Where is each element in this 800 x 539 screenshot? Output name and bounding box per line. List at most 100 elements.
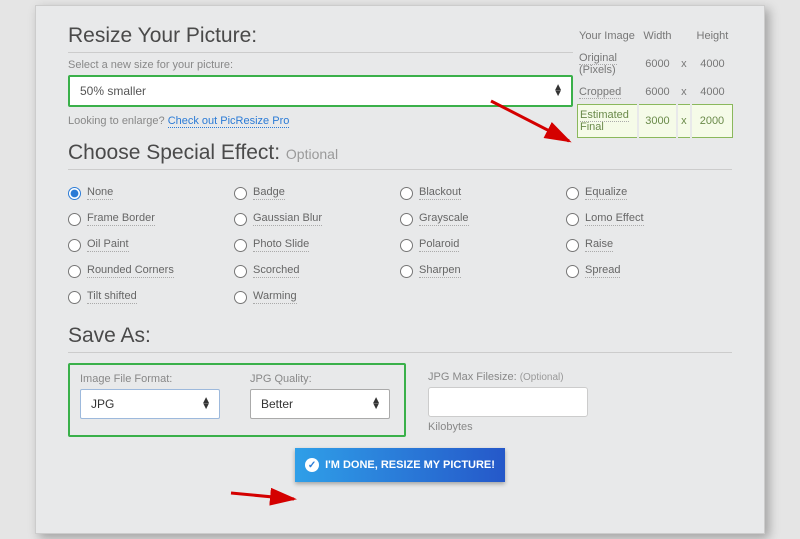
format-select[interactable]: JPG ▲▼: [80, 389, 220, 419]
effects-section: Choose Special Effect: Optional None Badg…: [68, 141, 732, 310]
effect-label: Badge: [253, 186, 285, 200]
effect-label: Scorched: [253, 264, 299, 278]
resize-form: Resize Your Picture: Select a new size f…: [35, 5, 765, 534]
effect-polaroid[interactable]: Polaroid: [400, 232, 566, 258]
effect-none[interactable]: None: [68, 180, 234, 206]
effect-radio[interactable]: [234, 265, 247, 278]
dim-head-width: Width: [639, 26, 676, 46]
effect-radio[interactable]: [566, 187, 579, 200]
effect-label: Warming: [253, 290, 297, 304]
effect-oil-paint[interactable]: Oil Paint: [68, 232, 234, 258]
dim-row-cropped: Cropped 6000 x 4000: [577, 82, 733, 102]
dim-sub: Final: [580, 121, 604, 133]
effect-raise[interactable]: Raise: [566, 232, 732, 258]
picresize-pro-link[interactable]: Check out PicResize Pro: [168, 115, 290, 128]
effect-radio[interactable]: [234, 239, 247, 252]
effect-rounded-corners[interactable]: Rounded Corners: [68, 258, 234, 284]
size-select[interactable]: 50% smaller ▲▼: [68, 75, 573, 107]
dim-h: 2000: [692, 104, 733, 138]
dim-head-image: Your Image: [577, 26, 637, 46]
dim-row-original: Original(Pixels) 6000 x 4000: [577, 48, 733, 80]
effect-label: None: [87, 186, 113, 200]
resize-done-button[interactable]: ✓ I'M DONE, RESIZE MY PICTURE!: [295, 448, 505, 482]
effect-label: Raise: [585, 238, 613, 252]
effect-radio[interactable]: [400, 265, 413, 278]
effect-radio[interactable]: [68, 239, 81, 252]
effect-label: Tilt shifted: [87, 290, 137, 304]
done-row: ✓ I'M DONE, RESIZE MY PICTURE!: [68, 448, 732, 482]
dimensions-table: Your Image Width Height Original(Pixels)…: [575, 24, 735, 140]
done-label: I'M DONE, RESIZE MY PICTURE!: [325, 459, 495, 471]
effect-radio[interactable]: [68, 265, 81, 278]
effect-radio[interactable]: [68, 213, 81, 226]
size-select-value: 50% smaller: [80, 84, 146, 98]
maxsize-unit: Kilobytes: [428, 421, 588, 433]
effect-label: Oil Paint: [87, 238, 129, 252]
effect-lomo-effect[interactable]: Lomo Effect: [566, 206, 732, 232]
effect-grayscale[interactable]: Grayscale: [400, 206, 566, 232]
save-heading: Save As:: [68, 324, 732, 353]
dim-w: 3000: [639, 104, 676, 138]
check-circle-icon: ✓: [305, 458, 319, 472]
effect-label: Polaroid: [419, 238, 459, 252]
resize-heading: Resize Your Picture:: [68, 24, 573, 53]
dim-head-height: Height: [692, 26, 733, 46]
effects-optional: Optional: [286, 146, 338, 162]
quality-value: Better: [261, 397, 293, 411]
effect-radio[interactable]: [68, 291, 81, 304]
effect-radio[interactable]: [400, 239, 413, 252]
effect-label: Spread: [585, 264, 620, 278]
dim-row-final: EstimatedFinal 3000 x 2000: [577, 104, 733, 138]
caret-icon: ▲▼: [371, 398, 381, 410]
effects-heading: Choose Special Effect: Optional: [68, 141, 732, 170]
effect-radio[interactable]: [400, 187, 413, 200]
effect-radio[interactable]: [566, 239, 579, 252]
effect-blackout[interactable]: Blackout: [400, 180, 566, 206]
effect-radio[interactable]: [234, 213, 247, 226]
save-format-quality-group: Image File Format: JPG ▲▼ JPG Quality: B…: [68, 363, 406, 437]
effect-equalize[interactable]: Equalize: [566, 180, 732, 206]
effect-radio[interactable]: [566, 213, 579, 226]
enlarge-note: Looking to enlarge? Check out PicResize …: [68, 115, 573, 127]
size-select-label: Select a new size for your picture:: [68, 59, 573, 71]
dim-h: 4000: [692, 48, 733, 80]
effect-radio[interactable]: [400, 213, 413, 226]
effect-warming[interactable]: Warming: [234, 284, 400, 310]
enlarge-note-prefix: Looking to enlarge?: [68, 115, 168, 127]
resize-section: Resize Your Picture: Select a new size f…: [68, 24, 732, 127]
effect-radio[interactable]: [234, 291, 247, 304]
effect-radio[interactable]: [68, 187, 81, 200]
dim-label: Cropped: [579, 86, 621, 99]
format-value: JPG: [91, 397, 114, 411]
effect-label: Photo Slide: [253, 238, 309, 252]
effect-tilt-shifted[interactable]: Tilt shifted: [68, 284, 234, 310]
dim-sub: (Pixels): [579, 64, 616, 76]
effect-spread[interactable]: Spread: [566, 258, 732, 284]
quality-label: JPG Quality:: [250, 373, 390, 385]
effects-grid: None Badge Blackout Equalize Frame Border Gau…: [68, 180, 732, 310]
effect-radio[interactable]: [566, 265, 579, 278]
effect-radio[interactable]: [234, 187, 247, 200]
effect-label: Grayscale: [419, 212, 469, 226]
effect-sharpen[interactable]: Sharpen: [400, 258, 566, 284]
effect-label: Frame Border: [87, 212, 155, 226]
effect-label: Equalize: [585, 186, 627, 200]
effect-label: Lomo Effect: [585, 212, 644, 226]
dim-w: 6000: [639, 82, 676, 102]
effect-badge[interactable]: Badge: [234, 180, 400, 206]
effects-heading-text: Choose Special Effect:: [68, 141, 280, 164]
effect-label: Blackout: [419, 186, 461, 200]
maxsize-label: JPG Max Filesize: (Optional): [428, 371, 588, 383]
effect-label: Gaussian Blur: [253, 212, 322, 226]
effect-photo-slide[interactable]: Photo Slide: [234, 232, 400, 258]
effect-label: Sharpen: [419, 264, 461, 278]
dim-w: 6000: [639, 48, 676, 80]
effect-frame-border[interactable]: Frame Border: [68, 206, 234, 232]
effect-gaussian-blur[interactable]: Gaussian Blur: [234, 206, 400, 232]
save-section: Save As: Image File Format: JPG ▲▼ JPG Q…: [68, 324, 732, 437]
effect-scorched[interactable]: Scorched: [234, 258, 400, 284]
caret-icon: ▲▼: [201, 398, 211, 410]
quality-select[interactable]: Better ▲▼: [250, 389, 390, 419]
maxsize-optional: (Optional): [520, 372, 564, 383]
maxsize-input[interactable]: [428, 387, 588, 417]
